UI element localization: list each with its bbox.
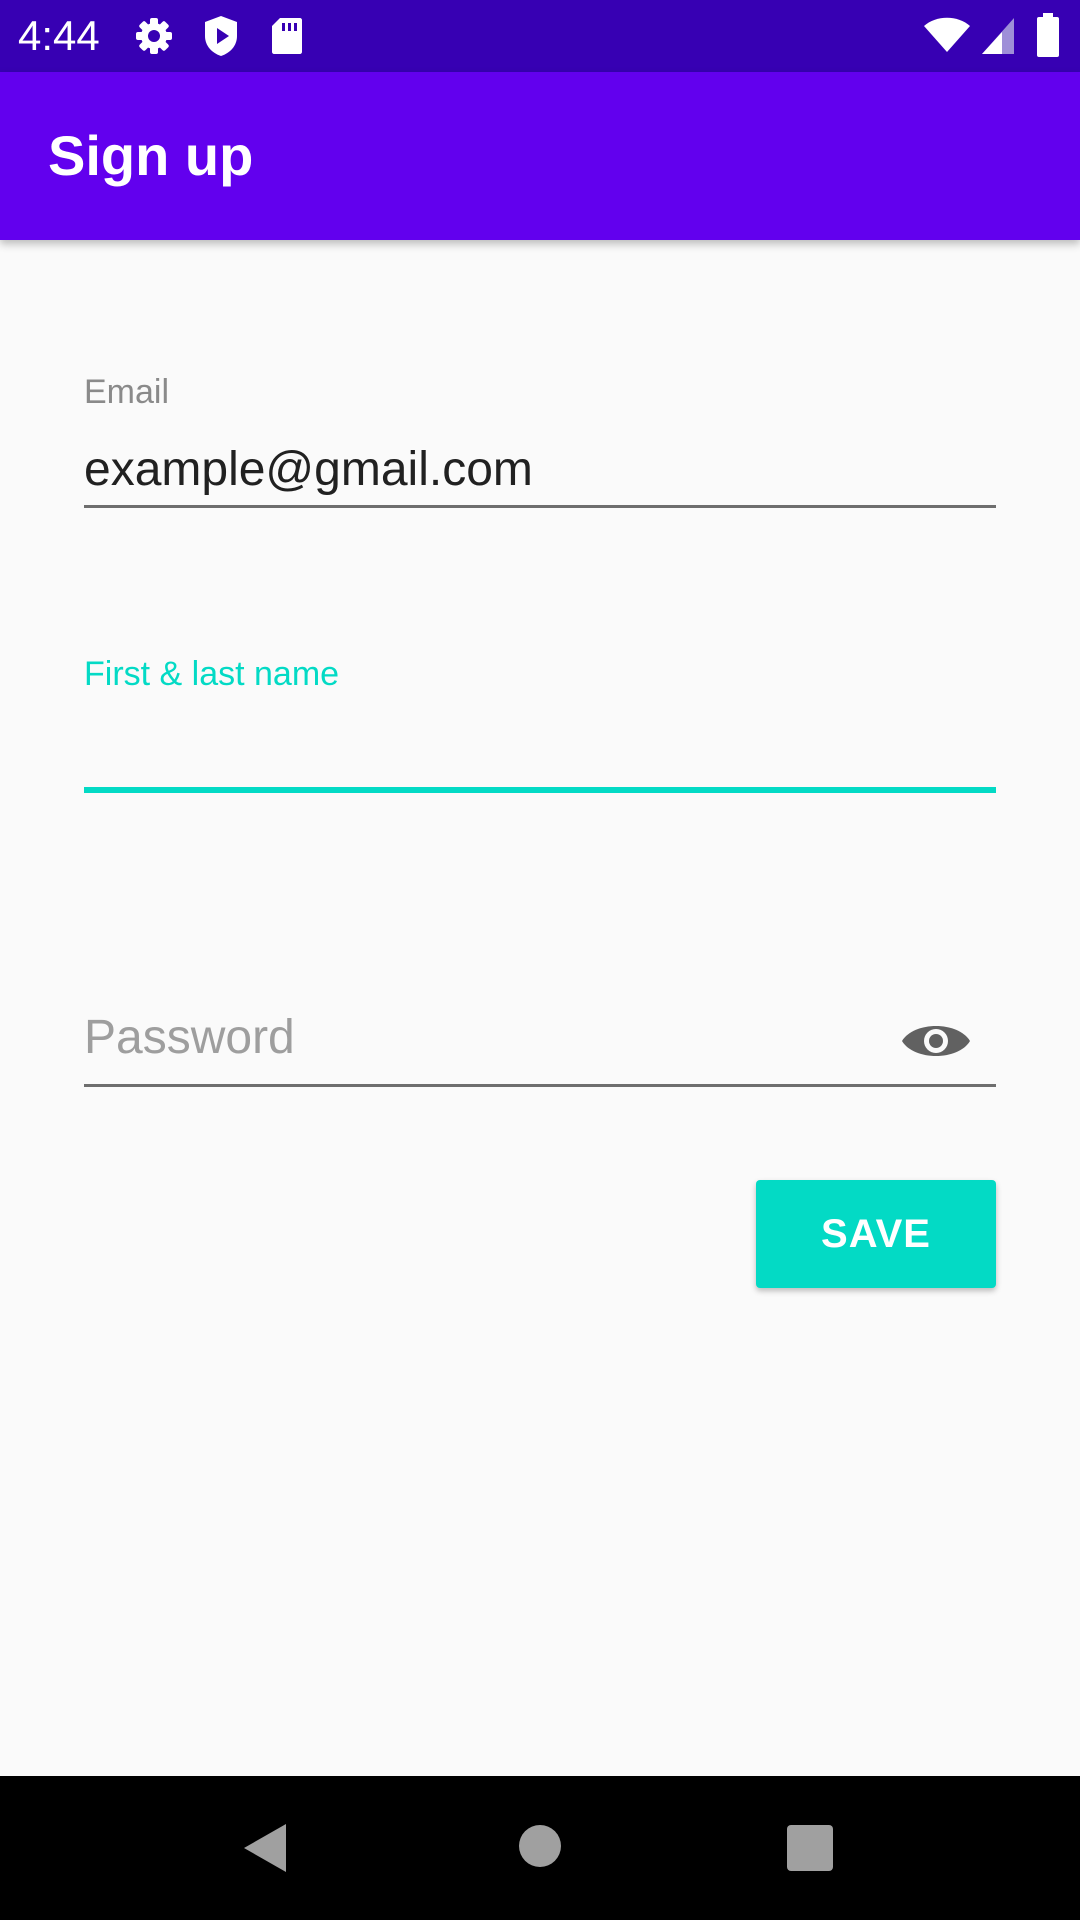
back-icon[interactable] [240, 1820, 290, 1881]
eye-icon[interactable] [896, 1005, 976, 1077]
email-label: Email [84, 373, 170, 411]
save-button[interactable]: SAVE [756, 1180, 996, 1288]
password-placeholder[interactable]: Password [84, 1010, 295, 1066]
page-title: Sign up [48, 124, 254, 187]
sd-card-icon [270, 16, 304, 61]
navigation-bar [0, 1776, 1080, 1920]
battery-icon [1036, 12, 1060, 63]
shield-play-icon [202, 14, 240, 63]
recents-icon[interactable] [786, 1824, 834, 1877]
password-underline [84, 1084, 996, 1087]
home-icon[interactable] [518, 1824, 562, 1873]
app-bar: Sign up [0, 72, 1080, 240]
signal-icon [980, 16, 1016, 61]
email-value[interactable]: example@gmail.com [84, 442, 533, 498]
name-label: First & last name [84, 655, 340, 693]
status-time: 4:44 [18, 12, 100, 59]
gear-icon [134, 16, 174, 61]
email-underline [84, 505, 996, 508]
name-underline [84, 787, 996, 793]
wifi-icon [922, 16, 972, 59]
status-bar: 4:44 [0, 0, 1080, 72]
